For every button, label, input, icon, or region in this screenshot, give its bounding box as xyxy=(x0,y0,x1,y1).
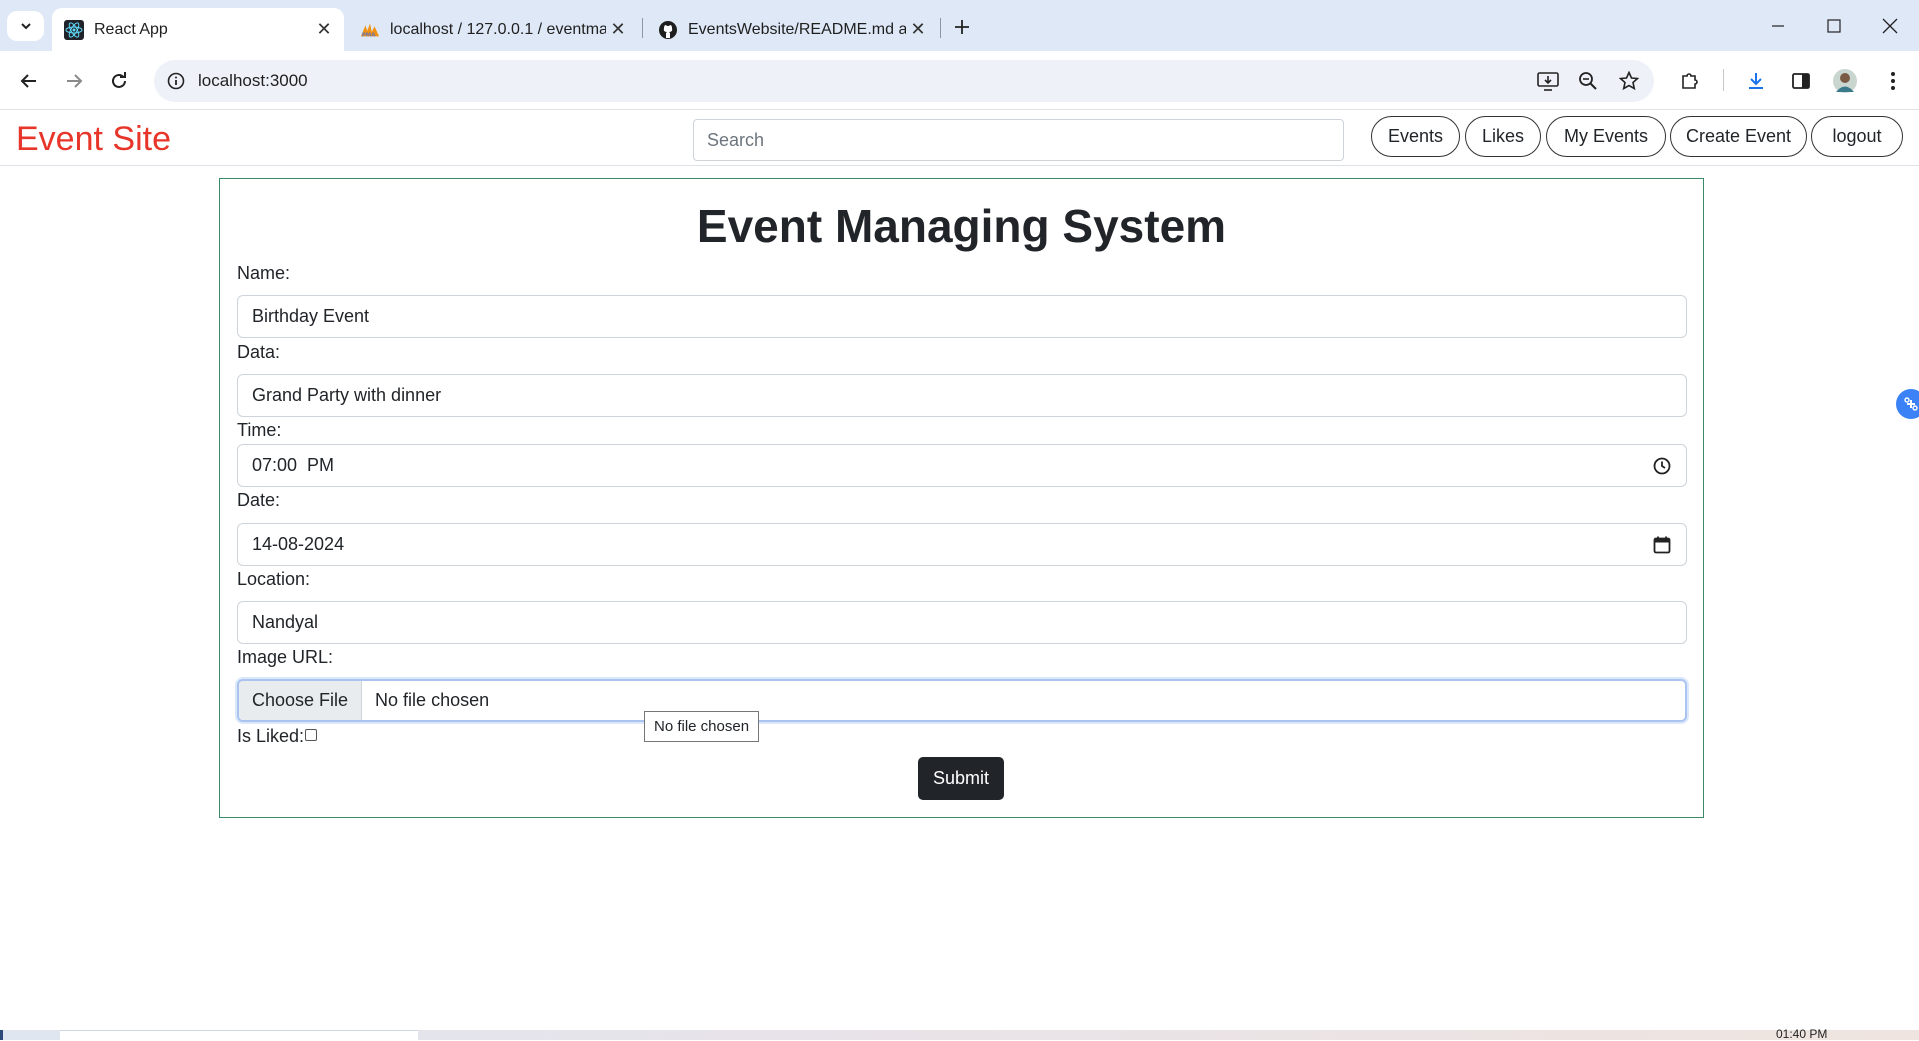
location-field[interactable]: Nandyal xyxy=(237,601,1687,644)
tab-separator xyxy=(940,18,941,38)
image-file-input[interactable]: Choose File No file chosen xyxy=(237,679,1687,722)
time-value: 07:00 PM xyxy=(252,455,335,475)
browser-toolbar: localhost:3000 xyxy=(0,51,1919,110)
tab-title: EventsWebsite/README.md at xyxy=(688,20,906,38)
taskbar-clock: 01:40 PM xyxy=(1776,1027,1828,1041)
bookmark-star-icon[interactable] xyxy=(1615,69,1643,93)
os-taskbar: 01:40 PM xyxy=(0,1027,1919,1041)
tab-github-readme[interactable]: EventsWebsite/README.md at ✕ xyxy=(646,8,938,51)
tab-phpmyadmin[interactable]: PMA localhost / 127.0.0.1 / eventmar ✕ xyxy=(348,8,638,51)
search-input[interactable] xyxy=(693,119,1344,161)
is-liked-label: Is Liked: xyxy=(237,726,305,746)
back-button[interactable] xyxy=(12,64,46,98)
maximize-button[interactable] xyxy=(1806,0,1862,51)
address-bar[interactable]: localhost:3000 xyxy=(154,60,1654,102)
brand-logo[interactable]: Event Site xyxy=(16,120,171,159)
page-title: Event Managing System xyxy=(696,200,1227,252)
is-liked-row: Is Liked: xyxy=(237,726,318,747)
date-field[interactable]: 14-08-2024 xyxy=(237,523,1687,566)
nav-events-button[interactable]: Events xyxy=(1371,116,1460,157)
nav-likes-button[interactable]: Likes xyxy=(1465,116,1541,157)
close-tab-icon[interactable]: ✕ xyxy=(312,18,336,42)
event-form-card: Event Managing System Name: Birthday Eve… xyxy=(219,178,1704,818)
file-status: No file chosen xyxy=(375,690,490,710)
arrow-left-icon xyxy=(20,74,36,88)
close-tab-icon[interactable]: ✕ xyxy=(606,18,630,42)
address-url: localhost:3000 xyxy=(198,71,308,90)
tab-separator xyxy=(642,18,643,38)
download-icon xyxy=(1749,73,1763,89)
plus-icon xyxy=(955,20,969,34)
chevron-down-icon xyxy=(20,23,31,30)
svg-text:PMA: PMA xyxy=(362,32,376,38)
name-label: Name: xyxy=(237,263,291,283)
close-window-button[interactable] xyxy=(1862,0,1918,51)
minimize-icon xyxy=(1772,24,1784,27)
time-field[interactable]: 07:00 PM xyxy=(237,444,1687,487)
taskbar-search[interactable] xyxy=(60,1030,418,1040)
close-icon xyxy=(1882,18,1898,33)
kebab-menu-icon xyxy=(1891,72,1895,90)
image-url-label: Image URL: xyxy=(237,647,334,667)
calendar-icon[interactable] xyxy=(1652,535,1672,555)
minimize-button[interactable] xyxy=(1750,0,1806,51)
puzzle-icon xyxy=(1682,73,1698,89)
react-icon xyxy=(64,19,84,40)
phpmyadmin-icon: PMA xyxy=(360,20,380,40)
floating-extension-icon[interactable] xyxy=(1896,389,1919,419)
taskbar-edge xyxy=(0,1030,3,1040)
file-tooltip: No file chosen xyxy=(644,711,760,742)
date-label: Date: xyxy=(237,490,281,510)
side-panel-button[interactable] xyxy=(1784,64,1818,98)
new-tab-button[interactable] xyxy=(946,12,978,42)
submit-button[interactable]: Submit xyxy=(918,757,1004,800)
forward-button[interactable] xyxy=(57,64,91,98)
name-field[interactable]: Birthday Event xyxy=(237,295,1687,338)
choose-file-button[interactable]: Choose File xyxy=(239,681,363,720)
side-panel-icon xyxy=(1792,73,1810,89)
nav-my-events-button[interactable]: My Events xyxy=(1546,116,1666,157)
tab-title: React App xyxy=(94,20,168,38)
browser-menu-button[interactable] xyxy=(1876,64,1910,98)
time-label: Time: xyxy=(237,420,282,440)
zoom-icon[interactable] xyxy=(1574,69,1602,93)
profile-avatar[interactable] xyxy=(1828,64,1862,98)
downloads-button[interactable] xyxy=(1739,64,1773,98)
clock-icon[interactable] xyxy=(1652,456,1672,476)
toolbar-separator xyxy=(1723,69,1724,91)
maximize-icon xyxy=(1827,18,1841,33)
browser-tab-strip: React App ✕ PMA localhost / 127.0.0.1 / … xyxy=(0,0,1919,51)
avatar-icon xyxy=(1833,69,1857,93)
reload-icon xyxy=(112,72,126,88)
data-label: Data: xyxy=(237,342,281,362)
reload-button[interactable] xyxy=(102,64,136,98)
site-info-icon[interactable] xyxy=(164,69,188,93)
tab-react-app[interactable]: React App ✕ xyxy=(52,8,344,51)
tab-search-button[interactable] xyxy=(7,11,44,41)
install-app-icon[interactable] xyxy=(1534,69,1562,93)
nav-logout-button[interactable]: logout xyxy=(1811,116,1903,157)
github-icon xyxy=(658,20,678,40)
date-value: 14-08-2024 xyxy=(252,534,345,554)
location-label: Location: xyxy=(237,569,311,589)
arrow-right-icon xyxy=(67,74,83,88)
is-liked-checkbox[interactable] xyxy=(305,728,318,741)
tab-title: localhost / 127.0.0.1 / eventmar xyxy=(390,20,606,38)
site-navbar: Event Site Events Likes My Events Create… xyxy=(0,111,1919,166)
extensions-button[interactable] xyxy=(1673,64,1707,98)
close-tab-icon[interactable]: ✕ xyxy=(906,18,930,42)
nav-create-event-button[interactable]: Create Event xyxy=(1670,116,1807,157)
data-field[interactable]: Grand Party with dinner xyxy=(237,374,1687,417)
